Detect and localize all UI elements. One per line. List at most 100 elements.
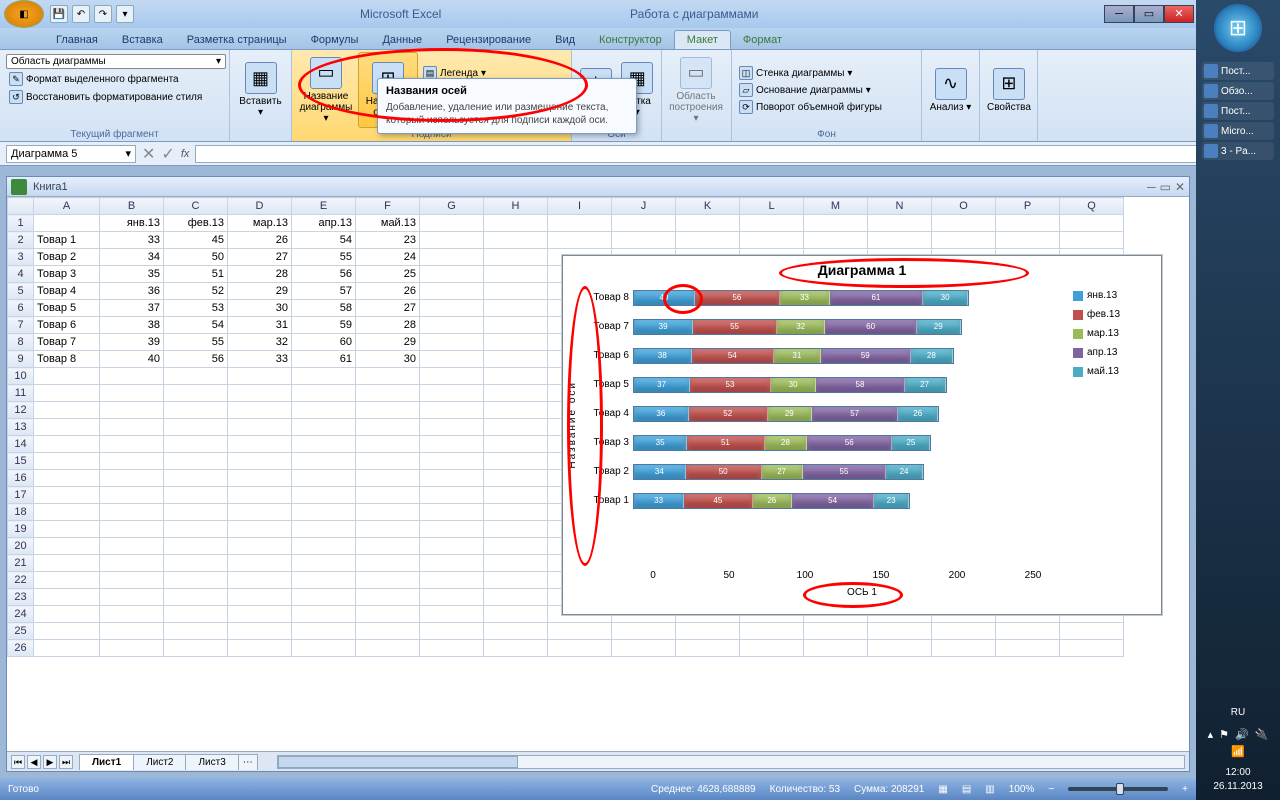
redo-icon[interactable]: ↷ [94, 5, 112, 23]
enter-icon[interactable]: ✓ [161, 144, 174, 164]
tab-formulas[interactable]: Формулы [299, 31, 371, 49]
undo-icon[interactable]: ↶ [72, 5, 90, 23]
tab-home[interactable]: Главная [44, 31, 110, 49]
sheet-tabs: ⏮ ◀ ▶ ⏭ Лист1 Лист2 Лист3 ⋯ [7, 751, 1189, 771]
chart-legend[interactable]: янв.13фев.13мар.13апр.13май.13 [1069, 280, 1161, 570]
tab-review[interactable]: Рецензирование [434, 31, 543, 49]
book-close-button[interactable]: ✕ [1175, 180, 1185, 194]
tab-page-layout[interactable]: Разметка страницы [175, 31, 299, 49]
format-selection-button[interactable]: ✎Формат выделенного фрагмента [6, 71, 223, 87]
cancel-icon[interactable]: ✕ [142, 144, 155, 164]
y-axis-title[interactable]: Название оси [563, 280, 581, 570]
group-properties: ⊞Свойства [980, 50, 1038, 141]
properties-icon: ⊞ [993, 68, 1025, 100]
flag-icon[interactable]: ⚑ [1219, 728, 1229, 741]
chart-element-dropdown[interactable]: Область диаграммы▾ [6, 54, 226, 69]
sheet-nav-next-icon[interactable]: ▶ [43, 755, 57, 769]
name-box[interactable]: Диаграмма 5▾ [6, 145, 136, 163]
tab-data[interactable]: Данные [370, 31, 434, 49]
group-background: ◫Стенка диаграммы ▾ ▱Основание диаграммы… [732, 50, 922, 141]
sheet-tab-1[interactable]: Лист1 [79, 754, 134, 770]
tray-icons[interactable]: ▴ ⚑ 🔊 🔌 [1208, 728, 1269, 741]
tab-view[interactable]: Вид [543, 31, 587, 49]
chart-object[interactable]: Диаграмма 1 Название оси Товар 840563361… [562, 255, 1162, 615]
close-button[interactable]: ✕ [1164, 5, 1194, 23]
scrollbar-thumb[interactable] [278, 756, 518, 768]
horizontal-scrollbar[interactable] [277, 755, 1185, 769]
volume-icon[interactable]: 🔊 [1235, 728, 1249, 741]
view-layout-icon[interactable]: ▤ [962, 784, 971, 795]
tray-up-icon[interactable]: ▴ [1208, 728, 1214, 741]
properties-button[interactable]: ⊞Свойства [984, 52, 1034, 128]
chart-title-icon: ▭ [310, 57, 342, 89]
ribbon-tabs: Главная Вставка Разметка страницы Формул… [0, 28, 1280, 50]
save-icon[interactable]: 💾 [50, 5, 68, 23]
chart-wall-button[interactable]: ◫Стенка диаграммы ▾ [736, 65, 885, 81]
view-normal-icon[interactable]: ▦ [938, 784, 947, 795]
plot-area-button[interactable]: ▭Область построения ▾ [666, 52, 726, 128]
sheet-tab-3[interactable]: Лист3 [185, 754, 238, 770]
picture-icon: ▦ [245, 62, 277, 94]
reset-style-button[interactable]: ↺Восстановить форматирование стиля [6, 89, 223, 105]
rotation-3d-button[interactable]: ⟳Поворот объемной фигуры [736, 99, 885, 115]
plot-area-icon: ▭ [680, 57, 712, 89]
taskbar-item[interactable]: Пост... [1202, 102, 1274, 120]
power-icon[interactable]: 🔌 [1255, 728, 1269, 741]
group-analysis: ∿Анализ ▾ [922, 50, 980, 141]
taskbar-item[interactable]: 3 - Pa... [1202, 142, 1274, 160]
titlebar: ◧ 💾 ↶ ↷ ▾ Microsoft Excel Работа с диагр… [0, 0, 1280, 28]
start-button[interactable]: ⊞ [1214, 4, 1262, 52]
formula-input[interactable] [195, 145, 1260, 163]
maximize-button[interactable]: ▭ [1134, 5, 1164, 23]
taskbar-item[interactable]: Micro... [1202, 122, 1274, 140]
group-current-selection: Область диаграммы▾ ✎Формат выделенного ф… [0, 50, 230, 141]
zoom-slider[interactable] [1068, 787, 1168, 791]
taskbar-item[interactable]: Обзо... [1202, 82, 1274, 100]
office-button[interactable]: ◧ [4, 0, 44, 28]
tray-icons-2[interactable]: 📶 [1231, 745, 1245, 758]
plot-area[interactable]: Товар 84056336130Товар 73955326029Товар … [581, 280, 1069, 570]
chart-floor-button[interactable]: ▱Основание диаграммы ▾ [736, 82, 885, 98]
x-axis: 050100150200250 [563, 570, 1161, 581]
zoom-level[interactable]: 100% [1009, 784, 1035, 795]
analysis-button[interactable]: ∿Анализ ▾ [926, 52, 975, 128]
zoom-in-button[interactable]: + [1182, 784, 1188, 795]
chart-title[interactable]: Диаграмма 1 [563, 256, 1161, 280]
view-pagebreak-icon[interactable]: ▥ [985, 784, 994, 795]
book-maximize-button[interactable]: ▭ [1160, 180, 1171, 194]
network-icon[interactable]: 📶 [1231, 745, 1245, 758]
workbook-window: Книга1 ─ ▭ ✕ ABCDEFGHIJKLMNOPQ1янв.13фев… [6, 176, 1190, 772]
group-plot-area: ▭Область построения ▾ [662, 50, 732, 141]
quick-access-toolbar: 💾 ↶ ↷ ▾ [50, 5, 134, 23]
book-minimize-button[interactable]: ─ [1147, 180, 1156, 194]
new-sheet-button[interactable]: ⋯ [238, 754, 258, 770]
workbook-titlebar: Книга1 ─ ▭ ✕ [7, 177, 1189, 197]
tab-format[interactable]: Формат [731, 31, 794, 49]
tab-design[interactable]: Конструктор [587, 31, 674, 49]
insert-button[interactable]: ▦Вставить ▾ [234, 52, 287, 128]
tab-insert[interactable]: Вставка [110, 31, 175, 49]
x-axis-title[interactable]: ОСЬ 1 [563, 581, 1161, 598]
sheet-area[interactable]: ABCDEFGHIJKLMNOPQ1янв.13фев.13мар.13апр.… [7, 197, 1189, 751]
wall-icon: ◫ [739, 66, 753, 80]
language-indicator[interactable]: RU [1231, 707, 1245, 718]
sheet-nav-prev-icon[interactable]: ◀ [27, 755, 41, 769]
analysis-icon: ∿ [935, 68, 967, 100]
qat-dropdown-icon[interactable]: ▾ [116, 5, 134, 23]
zoom-out-button[interactable]: − [1048, 784, 1054, 795]
group-insert: ▦Вставить ▾ [230, 50, 292, 141]
sheet-tab-2[interactable]: Лист2 [133, 754, 186, 770]
app-title: Microsoft Excel [360, 7, 441, 21]
sheet-nav-last-icon[interactable]: ⏭ [59, 755, 73, 769]
rotation-icon: ⟳ [739, 100, 753, 114]
formula-bar: Диаграмма 5▾ ✕ ✓ fx ▾ [0, 142, 1280, 166]
sheet-nav-first-icon[interactable]: ⏮ [11, 755, 25, 769]
excel-file-icon [11, 179, 27, 195]
chart-title-button[interactable]: ▭Название диаграммы ▾ [296, 52, 356, 128]
chart-tools-title: Работа с диаграммами [630, 7, 759, 21]
minimize-button[interactable]: ─ [1104, 5, 1134, 23]
taskbar-item[interactable]: Пост... [1202, 62, 1274, 80]
clock[interactable]: 12:00 26.11.2013 [1213, 762, 1262, 800]
fx-icon[interactable]: fx [181, 148, 190, 160]
tab-chart-layout[interactable]: Макет [674, 30, 731, 49]
